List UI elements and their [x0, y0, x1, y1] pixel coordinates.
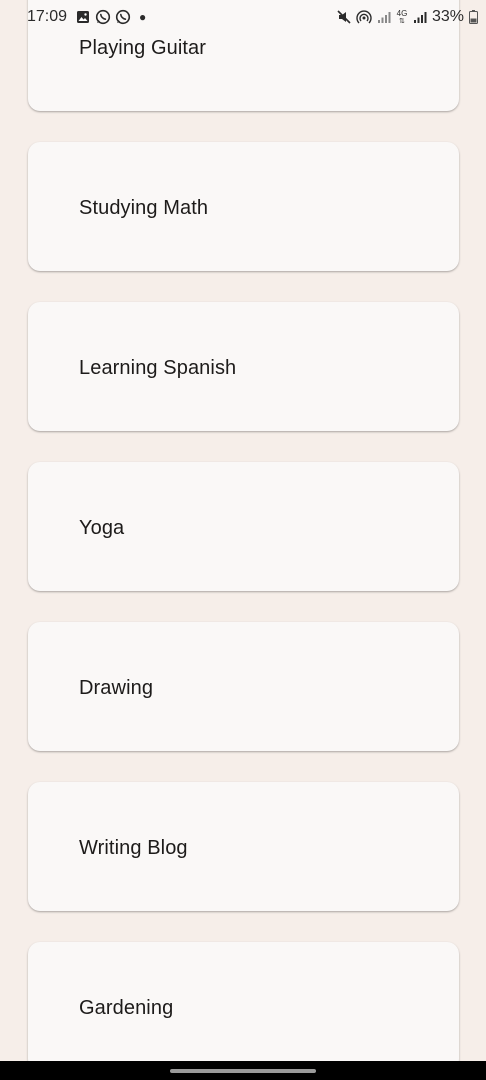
- list-item[interactable]: Gardening: [28, 942, 459, 1071]
- whatsapp-icon: [95, 9, 111, 25]
- list-item-label: Yoga: [79, 517, 125, 539]
- list-item[interactable]: Yoga: [28, 462, 459, 591]
- mute-icon: [336, 9, 352, 25]
- status-bar: 17:09 ● 4G ⇅ 33%: [0, 0, 486, 34]
- signal-icon: [412, 9, 428, 25]
- status-time: 17:09: [27, 8, 68, 25]
- list-item-label: Playing Guitar: [79, 37, 207, 59]
- list-item-label: Writing Blog: [79, 837, 188, 859]
- status-bar-right: 4G ⇅ 33%: [336, 8, 478, 26]
- signal-icon: [376, 9, 392, 25]
- notification-dot-icon: ●: [139, 10, 147, 24]
- battery-icon: [468, 9, 478, 25]
- list-item-label: Learning Spanish: [79, 357, 237, 379]
- battery-percent: 33%: [431, 8, 464, 25]
- hotspot-icon: [356, 9, 372, 25]
- list-item[interactable]: Writing Blog: [28, 782, 459, 911]
- list-item-label: Drawing: [79, 677, 154, 699]
- list-item-label: Studying Math: [79, 197, 209, 219]
- navigation-bar: [0, 1061, 486, 1080]
- list-item[interactable]: Learning Spanish: [28, 302, 459, 431]
- list-item[interactable]: Drawing: [28, 622, 459, 751]
- list-item-label: Gardening: [79, 997, 174, 1019]
- network-label: 4G: [396, 8, 408, 18]
- home-gesture-handle[interactable]: [170, 1069, 316, 1073]
- gallery-icon: [75, 9, 91, 25]
- network-4g-icon: 4G ⇅: [396, 8, 408, 25]
- whatsapp-icon: [115, 9, 131, 25]
- status-bar-left: 17:09 ●: [27, 8, 146, 26]
- list-item[interactable]: Studying Math: [28, 142, 459, 271]
